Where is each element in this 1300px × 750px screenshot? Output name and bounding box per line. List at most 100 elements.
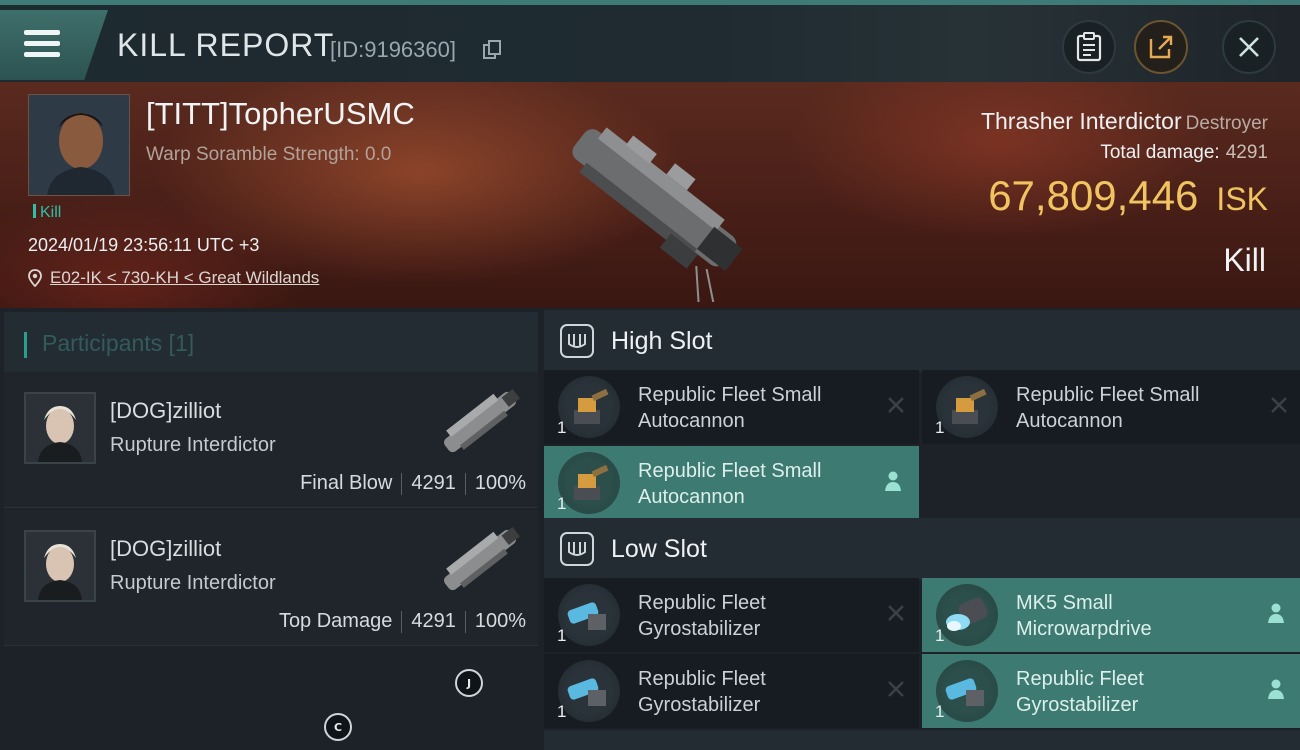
isk-unit: ISK: [1216, 181, 1268, 217]
nav-marker-c[interactable]: C: [324, 713, 352, 741]
participant-role: Top Damage: [278, 610, 393, 632]
clipboard-button[interactable]: [1062, 20, 1116, 74]
location-link[interactable]: E02-IK < 730-KH < Great Wildlands: [50, 268, 319, 288]
module-item[interactable]: 1 MK5 Small Microwarpdrive: [922, 578, 1300, 652]
gyrostabilizer-icon: [558, 584, 620, 646]
header-accent-bar: [24, 332, 27, 358]
autocannon-icon: [558, 452, 620, 514]
module-item[interactable]: 1 Republic Fleet Small Autocannon: [922, 370, 1300, 444]
close-button[interactable]: [1222, 20, 1276, 74]
participant-portrait: [26, 532, 94, 600]
slot-glyph-icon: [568, 542, 586, 556]
isk-amount: 67,809,446: [988, 172, 1199, 219]
module-item[interactable]: 1 Republic Fleet Gyrostabilizer: [544, 578, 919, 652]
high-slot-icon: [560, 324, 594, 358]
module-item[interactable]: 1 Republic Fleet Small Autocannon: [544, 370, 919, 444]
victim-avatar[interactable]: [28, 94, 130, 196]
page-title: KILL REPORT: [117, 27, 335, 63]
autocannon-graphic: [574, 464, 609, 500]
participants-panel: Participants [1] [DOG]zilliot Rupture In…: [0, 308, 538, 750]
fitting-panel: High Slot 1 Republic Fleet Small Autocan…: [538, 308, 1300, 750]
kill-result: Kill: [1223, 242, 1266, 278]
top-bar: KILL REPORT [ID:9196360]: [0, 0, 1300, 82]
participant-card[interactable]: [DOG]zilliot Rupture Interdictor Final B…: [4, 372, 538, 508]
module-name: Republic Fleet Small Autocannon: [638, 460, 822, 508]
share-button[interactable]: [1134, 20, 1188, 74]
participant-avatar[interactable]: [24, 530, 96, 602]
menu-button[interactable]: [0, 10, 108, 80]
kill-location[interactable]: E02-IK < 730-KH < Great Wildlands: [28, 268, 319, 288]
total-damage-label: Total damage:: [1100, 142, 1220, 163]
nav-marker-j[interactable]: J: [455, 669, 483, 697]
autocannon-graphic: [574, 388, 609, 424]
stats-divider: [401, 610, 403, 633]
report-id: [ID:9196360]: [330, 37, 456, 62]
participant-avatar[interactable]: [24, 392, 96, 464]
low-slot-header: Low Slot: [544, 518, 1300, 580]
dropped-person-icon: [885, 471, 901, 491]
module-quantity: 1: [557, 626, 567, 645]
warp-scramble-strength: Warp Soramble Strength: 0.0: [146, 144, 392, 165]
autocannon-icon: [558, 376, 620, 438]
total-damage: Total damage: 4291: [1100, 142, 1268, 164]
participant-damage: 4291: [411, 472, 456, 494]
victim-banner: [TITT]TopherUSMC Warp Soramble Strength:…: [0, 82, 1300, 308]
isk-value: 67,809,446 ISK: [988, 172, 1268, 220]
module-quantity: 1: [557, 494, 567, 513]
ship-name[interactable]: Thrasher Interdictor: [981, 108, 1182, 134]
high-slot-label: High Slot: [611, 327, 713, 355]
participant-stats: Top Damage 4291 100%: [279, 610, 526, 633]
slot-glyph-icon: [568, 334, 586, 348]
participant-name[interactable]: [DOG]zilliot: [110, 536, 221, 562]
participant-ship: Rupture Interdictor: [110, 572, 276, 594]
gyrostabilizer-icon: [936, 660, 998, 722]
participant-card[interactable]: [DOG]zilliot Rupture Interdictor Top Dam…: [4, 510, 538, 646]
kill-badge: Kill: [33, 204, 61, 222]
stats-divider: [464, 610, 466, 633]
microwarpdrive-graphic: [946, 597, 988, 631]
dropped-person-icon: [1268, 679, 1284, 699]
high-slot-header: High Slot: [544, 310, 1300, 372]
kill-datetime: 2024/01/19 23:56:11 UTC +3: [28, 235, 260, 255]
participants-header: Participants [1]: [4, 312, 538, 372]
module-item[interactable]: 1 Republic Fleet Gyrostabilizer: [544, 654, 919, 728]
module-name: Republic Fleet Small Autocannon: [1016, 384, 1200, 432]
clipboard-icon: [1076, 32, 1102, 62]
participant-ship: Rupture Interdictor: [110, 434, 276, 456]
stats-divider: [464, 472, 466, 495]
gyrostabilizer-graphic: [945, 678, 984, 706]
victim-ship-type: Thrasher Interdictor Destroyer: [981, 108, 1268, 135]
dropped-person-icon: [1268, 603, 1284, 623]
gyrostabilizer-graphic: [567, 602, 606, 630]
low-slot-label: Low Slot: [611, 535, 707, 563]
total-damage-value: 4291: [1225, 142, 1268, 163]
participant-portrait: [26, 394, 94, 462]
location-pin-icon: [28, 269, 42, 287]
participant-percent: 100%: [474, 472, 526, 494]
module-name: Republic Fleet Gyrostabilizer: [638, 668, 766, 716]
destroyed-x-icon: [888, 605, 904, 621]
module-name: Republic Fleet Small Autocannon: [638, 384, 822, 432]
participants-title: Participants [1]: [42, 330, 195, 356]
module-item[interactable]: 1 Republic Fleet Gyrostabilizer: [922, 654, 1300, 728]
module-item[interactable]: 1 Republic Fleet Small Autocannon: [544, 446, 919, 520]
participant-damage: 4291: [411, 610, 456, 632]
destroyed-x-icon: [888, 397, 904, 413]
gyrostabilizer-graphic: [567, 678, 606, 706]
participant-ship-image: [443, 388, 520, 453]
close-icon: [1239, 37, 1259, 57]
stats-divider: [401, 472, 403, 495]
participant-name[interactable]: [DOG]zilliot: [110, 398, 221, 424]
destroyed-x-icon: [888, 681, 904, 697]
next-slot-header: [544, 730, 1300, 750]
microwarpdrive-icon: [936, 584, 998, 646]
victim-ship-image: [572, 127, 743, 302]
ship-class: Destroyer: [1185, 113, 1268, 134]
victim-name[interactable]: [TITT]TopherUSMC: [146, 96, 415, 132]
participant-stats: Final Blow 4291 100%: [300, 472, 526, 495]
module-quantity: 1: [935, 626, 945, 645]
share-icon: [1149, 35, 1173, 59]
copy-icon[interactable]: [483, 40, 501, 60]
participant-percent: 100%: [474, 610, 526, 632]
victim-portrait: [29, 95, 129, 195]
